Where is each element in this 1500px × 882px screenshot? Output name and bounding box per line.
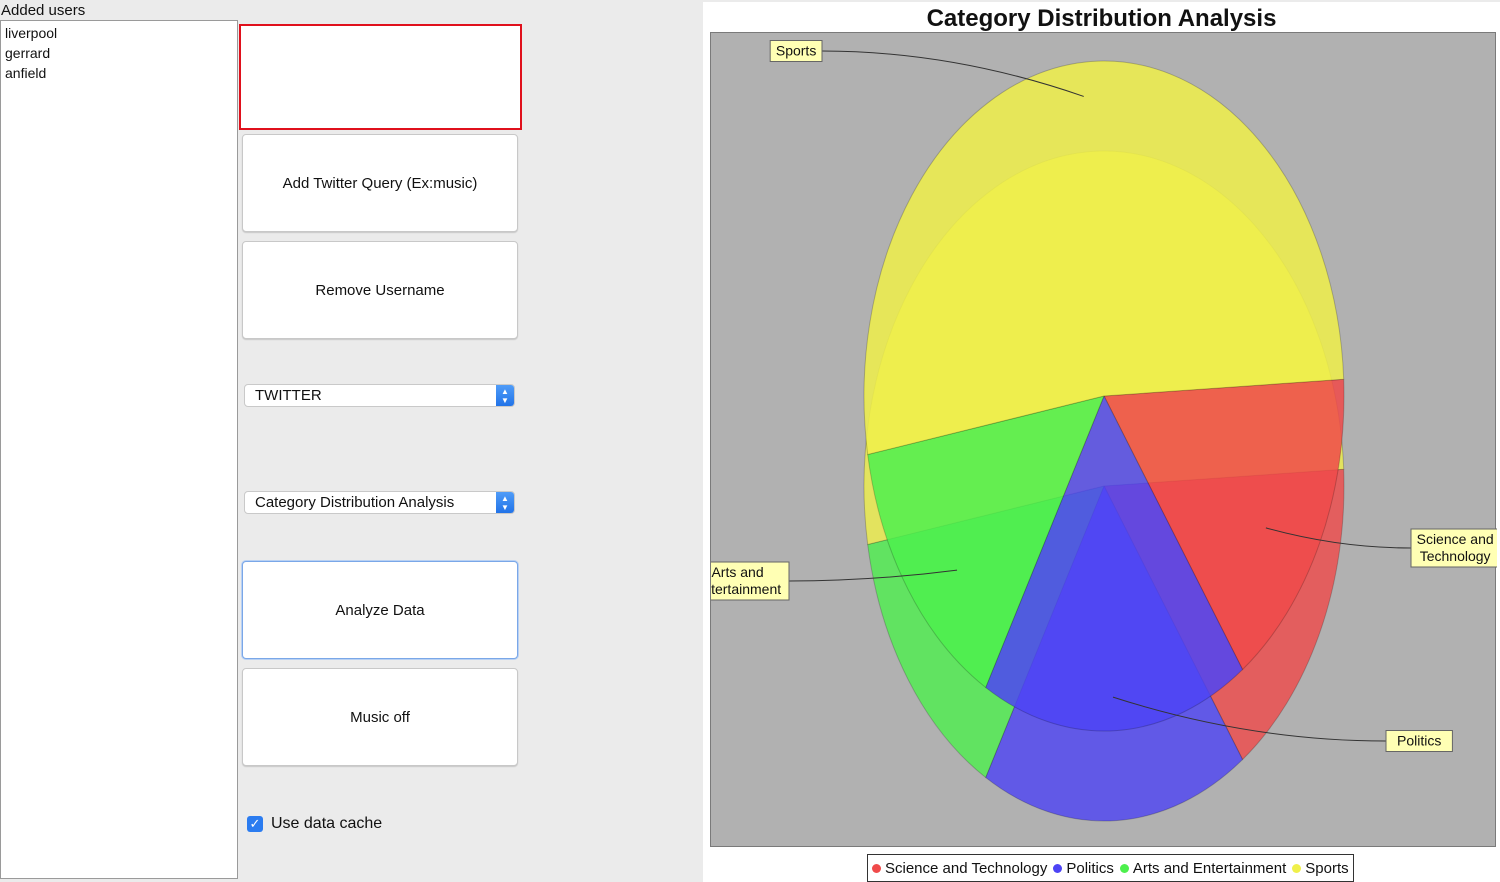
user-list-item[interactable]: liverpool	[1, 23, 237, 43]
slice-label: Science and	[1417, 531, 1494, 547]
analysis-select[interactable]: Category Distribution Analysis ▲ ▼	[244, 491, 515, 514]
legend-swatch	[872, 863, 881, 873]
slice-label: Arts and	[711, 564, 763, 580]
remove-username-button[interactable]: Remove Username	[242, 241, 518, 339]
analysis-select-value: Category Distribution Analysis	[255, 494, 455, 511]
user-list-item[interactable]: gerrard	[1, 43, 237, 63]
add-twitter-query-button[interactable]: Add Twitter Query (Ex:music)	[242, 134, 518, 232]
source-select-value: TWITTER	[255, 387, 322, 404]
use-data-cache-label: Use data cache	[271, 815, 383, 832]
analyze-data-button[interactable]: Analyze Data	[242, 561, 518, 659]
chart-title: Category Distribution Analysis	[926, 5, 1277, 32]
legend-label: Arts and Entertainment	[1132, 859, 1287, 877]
legend-item: Politics	[1053, 860, 1114, 877]
legend-swatch	[1053, 863, 1063, 873]
music-off-button[interactable]: Music off	[242, 668, 518, 766]
legend-label: Science and Technology	[885, 859, 1048, 877]
legend-swatch	[1292, 863, 1302, 873]
chart-legend: Science and Technology Politics Arts and E…	[867, 854, 1354, 882]
legend-item: Arts and Entertainment	[1119, 859, 1287, 877]
user-list-item[interactable]: anfield	[1, 63, 237, 83]
legend-label: Politics	[1066, 859, 1114, 877]
checkbox-checked-icon[interactable]: ✓	[247, 816, 263, 832]
slice-label: Technology	[1420, 548, 1491, 564]
slice-label: Entertainment	[711, 581, 781, 597]
legend-label: Sports	[1305, 859, 1349, 877]
chevron-updown-icon: ▲ ▼	[496, 492, 514, 513]
legend-swatch	[1119, 863, 1129, 873]
pie-chart: Science andTechnology Politics Arts andEnt…	[711, 40, 1497, 822]
plot-area: Science andTechnology Politics Arts andEnt…	[710, 32, 1497, 847]
users-list[interactable]: liverpool gerrard anfield	[0, 20, 238, 879]
slice-label: Politics	[1397, 733, 1441, 749]
chevron-updown-icon: ▲ ▼	[496, 385, 514, 406]
query-input[interactable]	[239, 24, 522, 130]
slice-label: Sports	[776, 43, 816, 59]
legend-item: Sports	[1292, 859, 1349, 877]
use-data-cache[interactable]: ✓ Use data cache	[247, 815, 382, 833]
source-select[interactable]: TWITTER ▲ ▼	[244, 384, 515, 407]
chart-panel: Category Distribution Analysis Science a…	[703, 2, 1500, 882]
added-users-label: Added users	[1, 2, 86, 19]
legend-item: Science and Technology	[872, 860, 1047, 877]
